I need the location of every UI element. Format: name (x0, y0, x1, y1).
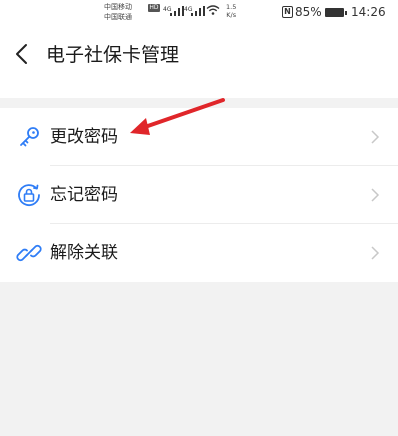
change-password-label: 更改密码 (50, 127, 118, 147)
unlock-icon (18, 184, 40, 206)
chevron-right-icon (371, 130, 380, 144)
speed-unit: K/s (226, 11, 237, 19)
chevron-right-icon (371, 246, 380, 260)
signal-1-icon: 4G (163, 6, 185, 16)
unlink-item[interactable]: 解除关联 (0, 224, 398, 282)
carrier-2: 中国联通 (104, 13, 132, 21)
status-bar: 中国移动 中国联通 HD 4G 4G 1.5 K/s N 85% 14:26 (0, 0, 398, 28)
clock: 14:26 (351, 5, 386, 19)
forgot-password-item[interactable]: 忘记密码 (0, 166, 398, 224)
wifi-icon (206, 5, 220, 15)
nfc-icon: N (282, 6, 293, 18)
forgot-password-label: 忘记密码 (50, 185, 118, 205)
battery-percent: 85% (295, 5, 322, 19)
back-arrow-icon[interactable] (12, 40, 36, 68)
header-area: 中国移动 中国联通 HD 4G 4G 1.5 K/s N 85% 14:26 电… (0, 0, 398, 98)
speed-value: 1.5 (226, 3, 237, 11)
link-icon (16, 244, 42, 262)
menu-list: 更改密码 忘记密码 解除关联 (0, 108, 398, 282)
chevron-right-icon (371, 188, 380, 202)
change-password-item[interactable]: 更改密码 (0, 108, 398, 166)
unlink-label: 解除关联 (50, 243, 118, 263)
network-speed: 1.5 K/s (226, 3, 236, 19)
signal-2-icon: 4G (184, 6, 206, 16)
battery-icon (325, 8, 347, 17)
hd-badge: HD (148, 4, 160, 12)
page-title: 电子社保卡管理 (46, 44, 180, 66)
key-icon (20, 127, 39, 147)
